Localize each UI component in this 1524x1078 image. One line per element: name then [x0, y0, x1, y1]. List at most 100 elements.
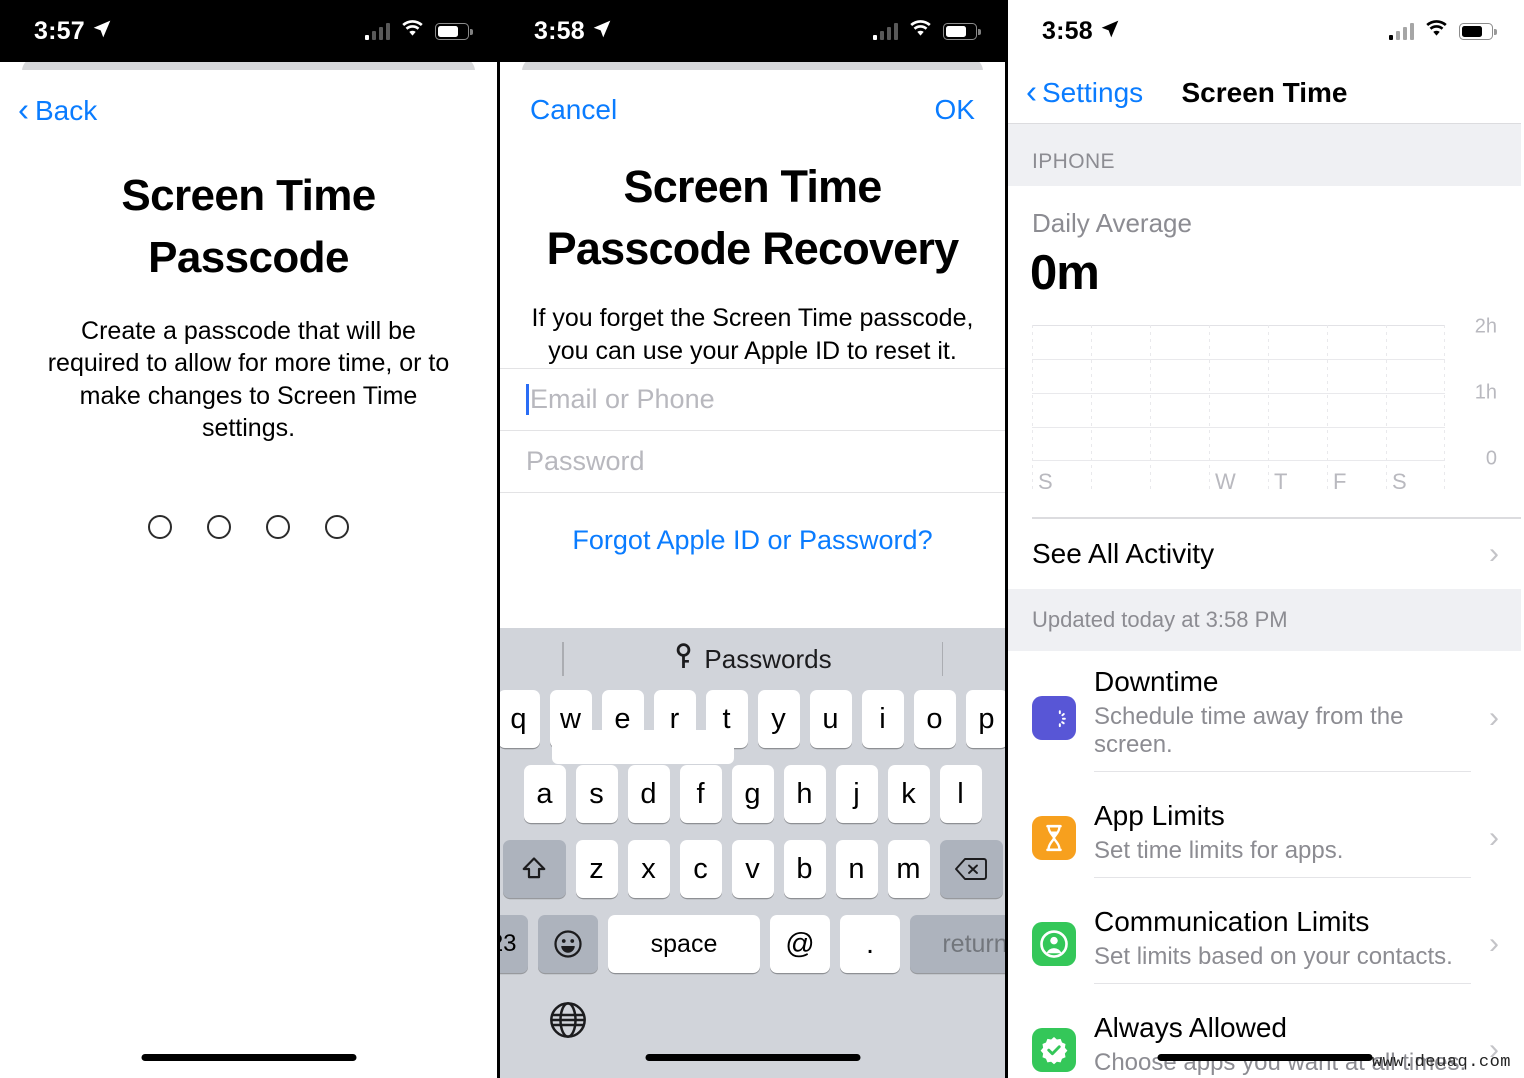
- key-z[interactable]: z: [575, 840, 618, 898]
- globe-language-icon[interactable]: [548, 1000, 588, 1045]
- chart-xtick-6: S: [1392, 469, 1407, 494]
- key-n[interactable]: n: [835, 840, 878, 898]
- key-k[interactable]: k: [887, 765, 930, 823]
- space-key[interactable]: space: [608, 915, 760, 973]
- key-u[interactable]: u: [809, 690, 852, 748]
- home-indicator[interactable]: [141, 1054, 356, 1061]
- settings-scroll-area[interactable]: IPHONE Daily Average 0m 2h 1h 0 S W T F …: [1008, 124, 1521, 1078]
- settings-row-downtime[interactable]: Downtime Schedule time away from the scr…: [1008, 650, 1521, 785]
- chevron-right-icon: ›: [1489, 536, 1499, 570]
- chart-xtick-0: S: [1038, 469, 1053, 494]
- home-indicator[interactable]: [1157, 1054, 1372, 1061]
- chevron-right-icon: ›: [1489, 700, 1499, 734]
- settings-back-label: Settings: [1042, 76, 1144, 108]
- chart-baseline: [1032, 460, 1445, 461]
- forgot-apple-id-link[interactable]: Forgot Apple ID or Password?: [500, 492, 1005, 588]
- page-description: Create a passcode that will be required …: [47, 316, 450, 443]
- settings-back-button[interactable]: ‹ Settings: [1026, 75, 1144, 109]
- backspace-delete-icon[interactable]: [939, 840, 1003, 898]
- chart-gridline: [1032, 359, 1445, 360]
- chevron-right-icon: ›: [1489, 926, 1499, 960]
- key-c[interactable]: c: [679, 840, 722, 898]
- key-v[interactable]: v: [731, 840, 774, 898]
- hourglass-icon: [1032, 815, 1076, 860]
- smiley-emoji-icon[interactable]: [538, 915, 598, 973]
- password-field[interactable]: Password: [500, 430, 1005, 492]
- wifi-icon: [1425, 20, 1448, 42]
- battery-icon: [943, 22, 981, 40]
- home-indicator[interactable]: [645, 1054, 860, 1061]
- chart-xtick-5: F: [1333, 469, 1347, 494]
- status-bar-time: 3:58: [534, 17, 612, 46]
- chart-vgridline: [1032, 325, 1033, 491]
- return-key[interactable]: return: [910, 915, 1005, 973]
- key-j[interactable]: j: [835, 765, 878, 823]
- phone-panel-passcode: 3:57 ‹ Back Screen Time Passcode Create …: [0, 0, 497, 1078]
- key-q[interactable]: q: [500, 690, 540, 748]
- shift-up-arrow-icon[interactable]: [502, 840, 566, 898]
- status-bar-time: 3:58: [1042, 17, 1120, 46]
- see-all-activity-row[interactable]: See All Activity ›: [1008, 518, 1521, 589]
- nav-bar-panel3: ‹ Settings Screen Time: [1008, 62, 1521, 124]
- chart-gridline-1h: [1032, 393, 1445, 394]
- location-arrow-icon: [92, 17, 112, 46]
- period-key[interactable]: .: [840, 915, 900, 973]
- page-title: Screen Time Passcode: [121, 171, 376, 283]
- key-g[interactable]: g: [731, 765, 774, 823]
- keyboard-bottom-bar: [500, 990, 1005, 1054]
- see-all-activity-label: See All Activity: [1032, 537, 1215, 569]
- keyboard-row-2: a s d f g h j k l: [500, 765, 1005, 823]
- key-h[interactable]: h: [783, 765, 826, 823]
- key-x[interactable]: x: [627, 840, 670, 898]
- status-bar-indicators: [364, 20, 473, 42]
- daily-average-card[interactable]: Daily Average 0m 2h 1h 0 S W T F S See A…: [1008, 186, 1521, 589]
- key-y[interactable]: y: [757, 690, 800, 748]
- cellular-signal-icon: [1388, 22, 1414, 40]
- chart-vgridline: [1268, 325, 1269, 491]
- settings-row-title: Communication Limits: [1094, 905, 1370, 937]
- key-l[interactable]: l: [939, 765, 982, 823]
- passcode-dot: [207, 514, 231, 539]
- daily-average-value: 0m: [1030, 246, 1100, 300]
- numeric-keyboard-button[interactable]: 123: [500, 915, 528, 973]
- usage-bar-chart: 2h 1h 0: [1032, 316, 1497, 491]
- key-p[interactable]: p: [965, 690, 1005, 748]
- chart-vgridline: [1444, 325, 1445, 491]
- predictive-bar[interactable]: Passwords: [500, 628, 1005, 690]
- keyboard-row-1: q w e r t y u i o p: [500, 690, 1005, 764]
- settings-row-text: Communication Limits Set limits based on…: [1094, 904, 1471, 984]
- settings-row-subtitle: Set time limits for apps.: [1094, 836, 1344, 864]
- key-o[interactable]: o: [913, 690, 956, 748]
- cellular-signal-icon: [872, 22, 898, 40]
- predictive-separator-right: [941, 642, 943, 676]
- key-s[interactable]: s: [575, 765, 618, 823]
- screen-time-options-list: Downtime Schedule time away from the scr…: [1008, 650, 1521, 1078]
- daily-average-label: Daily Average: [1032, 208, 1192, 238]
- settings-row-communication-limits[interactable]: Communication Limits Set limits based on…: [1008, 890, 1521, 997]
- ok-button[interactable]: OK: [935, 94, 975, 126]
- status-bar-panel2: 3:58: [500, 0, 1005, 62]
- passcode-dots[interactable]: [0, 514, 497, 539]
- chevron-left-icon: ‹: [18, 91, 29, 128]
- key-m[interactable]: m: [887, 840, 930, 898]
- key-d[interactable]: d: [627, 765, 670, 823]
- modal-sheet-passcode: ‹ Back Screen Time Passcode Create a pas…: [0, 70, 497, 1078]
- back-button[interactable]: ‹ Back: [18, 91, 98, 128]
- back-button-label: Back: [35, 94, 98, 126]
- cancel-button[interactable]: Cancel: [530, 94, 617, 126]
- at-sign-key[interactable]: @: [770, 915, 830, 973]
- location-arrow-icon: [1100, 17, 1120, 46]
- status-bar-time-text: 3:58: [1042, 16, 1093, 45]
- key-f[interactable]: f: [679, 765, 722, 823]
- key-b[interactable]: b: [783, 840, 826, 898]
- chart-ytick-2h: 2h: [1474, 315, 1497, 338]
- location-arrow-icon: [592, 17, 612, 46]
- key-i[interactable]: i: [861, 690, 904, 748]
- settings-row-title: Downtime: [1094, 665, 1219, 697]
- section-header-iphone: IPHONE: [1032, 150, 1115, 173]
- settings-row-app-limits[interactable]: App Limits Set time limits for apps. ›: [1008, 784, 1521, 891]
- key-a[interactable]: a: [523, 765, 566, 823]
- password-placeholder: Password: [526, 446, 645, 477]
- passcode-dot: [325, 514, 349, 539]
- apple-id-field[interactable]: Email or Phone: [500, 368, 1005, 430]
